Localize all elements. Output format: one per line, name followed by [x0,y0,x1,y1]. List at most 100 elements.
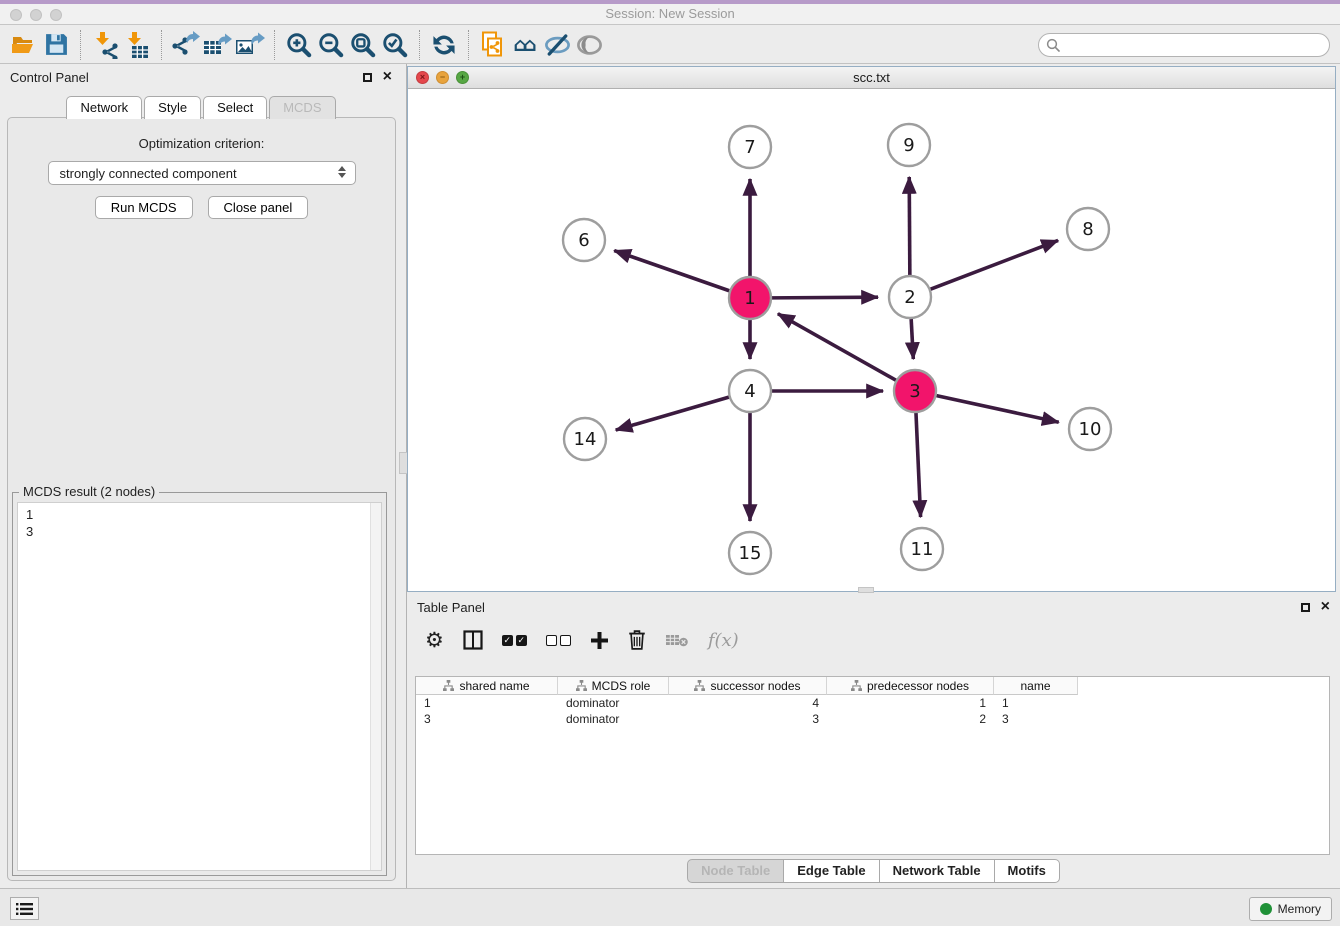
search-icon [1046,38,1060,52]
export-network-icon[interactable] [170,29,202,61]
tab-network[interactable]: Network [66,96,142,119]
graph-node-label-10: 10 [1079,419,1102,440]
app-window: { "window": { "title": "Session: New Ses… [0,0,1340,926]
import-network-icon[interactable] [89,29,121,61]
graph-edge-3-1[interactable] [778,314,896,380]
mcds-result-group: MCDS result (2 nodes) 1 3 [12,492,387,876]
column-header-predecessor-nodes[interactable]: predecessor nodes [827,677,994,695]
add-column-plus-icon[interactable] [590,631,609,650]
tab-network-table[interactable]: Network Table [880,859,995,883]
network-window: × − + scc.txt 7968124314101511 [407,66,1336,592]
float-table-panel-icon[interactable] [1301,603,1310,612]
delete-column-trash-icon[interactable] [628,630,646,650]
show-columns-icon[interactable] [463,630,483,650]
cell-predecessor-nodes: 2 [827,711,994,727]
graph-node-label-11: 11 [911,539,934,560]
control-panel-title: Control Panel [10,70,89,85]
table-row[interactable]: 1 dominator 4 1 1 [416,695,1329,711]
mcds-result-title: MCDS result (2 nodes) [19,484,159,499]
cell-mcds-role: dominator [558,711,669,727]
table-tabs: Node Table Edge Table Network Table Moti… [407,859,1340,883]
cell-mcds-role: dominator [558,695,669,711]
export-table-icon[interactable] [202,29,234,61]
table-panel: Table Panel × ⚙ ✓✓ f(x) sha [407,594,1340,888]
table-panel-title: Table Panel [417,600,485,615]
memory-status-icon [1260,903,1272,915]
tab-select[interactable]: Select [203,96,267,119]
graph-edge-2-8[interactable] [931,240,1059,289]
list-icon [16,902,33,916]
graph-edge-3-10[interactable] [936,396,1058,423]
criterion-dropdown[interactable]: strongly connected component [48,161,356,185]
zoom-fit-icon[interactable] [347,29,379,61]
network-window-title: scc.txt [853,70,890,85]
zoom-in-icon[interactable] [283,29,315,61]
network-graph[interactable]: 7968124314101511 [408,89,1335,591]
column-header-successor-nodes[interactable]: successor nodes [669,677,827,695]
save-session-icon[interactable] [40,29,72,61]
graph-node-label-9: 9 [903,135,914,156]
network-window-controls: × − + [416,71,469,84]
zoom-selected-icon[interactable] [379,29,411,61]
export-image-icon[interactable] [234,29,266,61]
network-window-titlebar[interactable]: × − + scc.txt [408,67,1335,89]
refresh-icon[interactable] [428,29,460,61]
close-panel-icon[interactable]: × [383,71,392,83]
table-row[interactable]: 3 dominator 3 2 3 [416,711,1329,727]
zoom-out-icon[interactable] [315,29,347,61]
memory-button[interactable]: Memory [1249,897,1332,921]
show-graphics-icon[interactable] [573,29,605,61]
mcds-result-text[interactable]: 1 3 [17,502,382,871]
network-minimize-button[interactable]: − [436,71,449,84]
column-header-mcds-role[interactable]: MCDS role [558,677,669,695]
search-input[interactable] [1065,37,1329,52]
graph-edge-1-2[interactable] [772,297,878,298]
tab-node-table[interactable]: Node Table [687,859,784,883]
horizontal-divider-handle[interactable] [858,587,874,593]
close-panel-button[interactable]: Close panel [208,196,309,219]
run-mcds-button[interactable]: Run MCDS [95,196,193,219]
mcds-result-line: 1 [26,506,381,523]
tab-mcds[interactable]: MCDS [269,96,335,119]
cell-successor-nodes: 4 [669,695,827,711]
network-maximize-button[interactable]: + [456,71,469,84]
column-header-shared-name[interactable]: shared name [416,677,558,695]
graph-edge-1-6[interactable] [614,251,729,291]
table-settings-gear-icon[interactable]: ⚙ [425,630,444,651]
close-table-panel-icon[interactable]: × [1321,601,1330,613]
first-neighbors-icon[interactable]: ⌂⌂ [509,29,541,61]
mcds-panel-body: Optimization criterion: strongly connect… [7,117,396,881]
network-close-button[interactable]: × [416,71,429,84]
graph-edge-2-3[interactable] [911,319,913,359]
import-table-icon[interactable] [121,29,153,61]
status-bar: Memory [0,888,1340,926]
graph-edge-4-14[interactable] [616,397,729,430]
column-type-icon [443,680,454,691]
tab-motifs[interactable]: Motifs [995,859,1060,883]
column-header-name[interactable]: name [994,677,1078,695]
node-table[interactable]: shared name MCDS role successor nodes pr… [415,676,1330,855]
dropdown-stepper-icon [338,166,346,178]
mcds-result-line: 3 [26,523,381,540]
deselect-all-icon[interactable] [546,635,571,646]
control-panel: Control Panel × Network Style Select MCD… [0,64,402,888]
tab-edge-table[interactable]: Edge Table [784,859,879,883]
graph-edge-3-11[interactable] [916,413,921,517]
duplicate-network-icon[interactable] [477,29,509,61]
graph-edge-2-9[interactable] [909,177,910,275]
open-file-icon[interactable] [8,29,40,61]
main-toolbar: ⌂⌂ [0,26,1340,64]
float-panel-icon[interactable] [363,73,372,82]
tab-style[interactable]: Style [144,96,201,119]
app-titlebar: Session: New Session [0,0,1340,25]
network-canvas[interactable]: 7968124314101511 [408,89,1335,591]
result-scrollbar[interactable] [370,503,381,870]
cell-successor-nodes: 3 [669,711,827,727]
select-all-icon[interactable]: ✓✓ [502,635,527,646]
hide-graphics-icon[interactable] [541,29,573,61]
cell-shared-name: 3 [416,711,558,727]
titlebar-accent [0,0,1340,4]
search-box[interactable] [1038,33,1330,57]
cell-predecessor-nodes: 1 [827,695,994,711]
task-history-button[interactable] [10,897,39,920]
